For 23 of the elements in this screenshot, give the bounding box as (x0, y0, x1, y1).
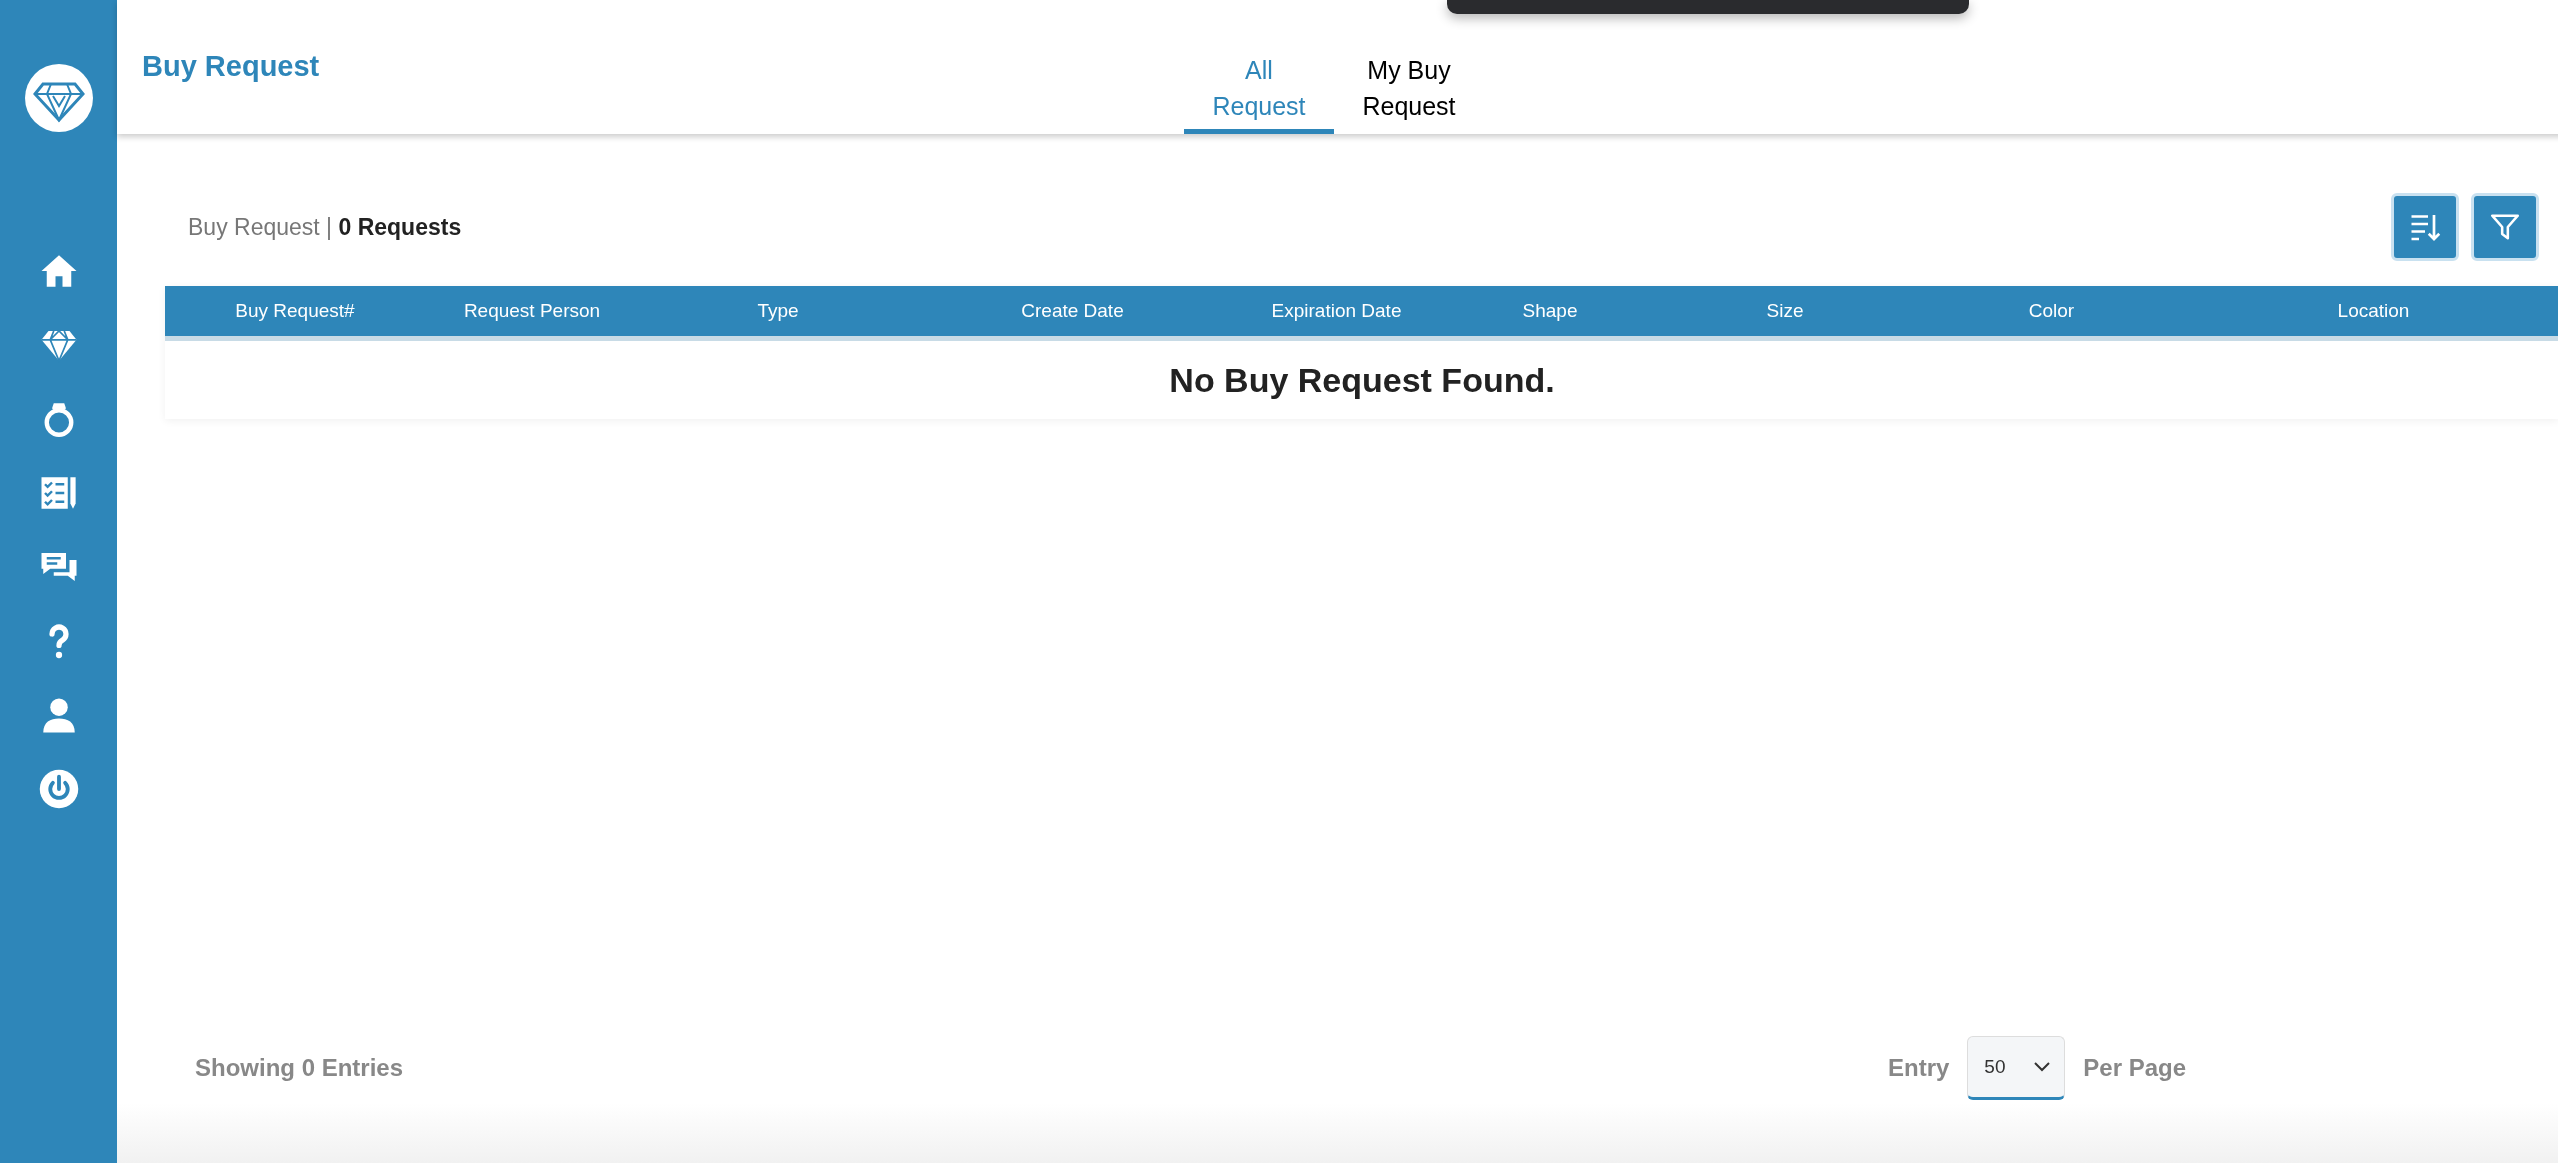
per-page-select[interactable]: 50 (1967, 1036, 2066, 1100)
sort-button[interactable] (2391, 193, 2459, 261)
chevron-down-icon (2034, 1062, 2051, 1072)
empty-message: No Buy Request Found. (1169, 360, 1555, 400)
column-header: Type (756, 300, 800, 322)
column-header: Create Date (1020, 300, 1125, 322)
entry-label: Entry (1888, 1054, 1950, 1082)
power-icon[interactable] (37, 768, 80, 810)
page-title: Buy Request (142, 50, 321, 83)
request-count: Buy Request | 0 Requests (188, 213, 462, 241)
column-header: Buy Request# (234, 300, 356, 322)
tab[interactable]: My Buy Request (1334, 0, 1484, 134)
entries-count: Showing 0 Entries (195, 1054, 405, 1082)
column-header: Location (2336, 300, 2411, 322)
per-page-label: Per Page (2083, 1054, 2187, 1082)
column-header: Color (2027, 300, 2076, 322)
column-header: Shape (1521, 300, 1579, 322)
column-header: Size (1765, 300, 1805, 322)
filter-button[interactable] (2471, 193, 2539, 261)
diamond-logo-icon (24, 64, 93, 132)
column-header: Request Person (462, 300, 602, 322)
tab[interactable]: All Request (1184, 0, 1334, 134)
column-header: Expiration Date (1270, 300, 1403, 322)
